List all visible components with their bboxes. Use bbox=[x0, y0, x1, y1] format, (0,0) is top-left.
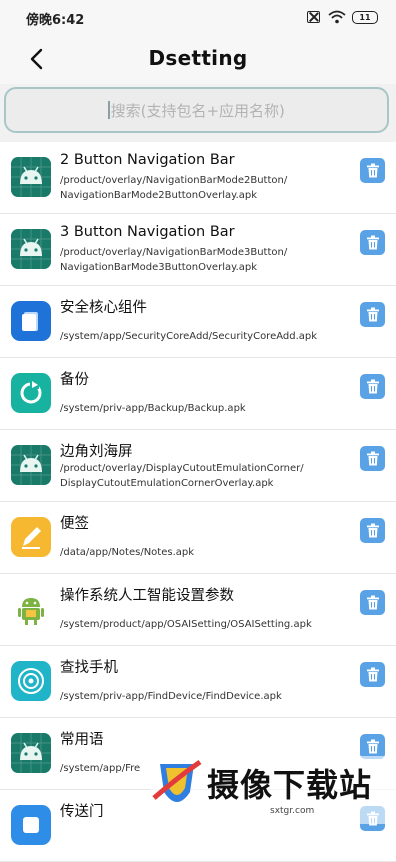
app-list-item[interactable]: 边角刘海屏/product/overlay/DisplayCutoutEmula… bbox=[0, 430, 396, 502]
app-package-path: /system/priv-app/FindDevice/FindDevice.a… bbox=[60, 691, 282, 702]
trash-icon bbox=[366, 451, 380, 466]
trash-icon bbox=[366, 595, 380, 610]
status-time: 傍晚6:42 bbox=[26, 13, 85, 28]
android-icon bbox=[11, 445, 51, 485]
trash-icon bbox=[366, 307, 380, 322]
delete-button[interactable] bbox=[360, 374, 385, 399]
watermark-text: 摄像下载站 bbox=[207, 766, 373, 804]
status-bar: 傍晚6:42 11 bbox=[0, 0, 396, 34]
notes-icon bbox=[11, 517, 51, 557]
delete-button[interactable] bbox=[360, 302, 385, 327]
app-package-path: /product/overlay/NavigationBarMode3Butto… bbox=[60, 247, 288, 273]
delete-button[interactable] bbox=[360, 446, 385, 471]
delete-button[interactable] bbox=[360, 518, 385, 543]
no-sim-icon bbox=[307, 11, 320, 23]
watermark-url: sxtgr.com bbox=[270, 806, 315, 816]
app-list-item[interactable]: 备份/system/priv-app/Backup/Backup.apk bbox=[0, 358, 396, 430]
delete-button[interactable] bbox=[360, 158, 385, 183]
app-name: 传送门 bbox=[60, 804, 104, 820]
android-robot-icon bbox=[11, 589, 51, 629]
page-title: Dsetting bbox=[148, 46, 248, 70]
android-icon bbox=[11, 229, 51, 269]
status-icons: 11 bbox=[307, 9, 378, 25]
trash-icon bbox=[366, 667, 380, 682]
battery-icon: 11 bbox=[352, 10, 378, 24]
watermark-logo bbox=[152, 759, 202, 802]
delete-button[interactable] bbox=[360, 230, 385, 255]
delete-button[interactable] bbox=[360, 662, 385, 687]
find-device-icon bbox=[11, 661, 51, 701]
app-package-path: /data/app/Notes/Notes.apk bbox=[60, 547, 195, 558]
app-list-item[interactable]: 3 Button Navigation Bar/product/overlay/… bbox=[0, 214, 396, 286]
security-core-icon bbox=[11, 301, 51, 341]
app-package-path: /system/product/app/OSAISetting/OSAISett… bbox=[60, 619, 312, 630]
app-name: 常用语 bbox=[60, 732, 104, 748]
app-name: 操作系统人工智能设置参数 bbox=[60, 588, 234, 604]
app-name: 备份 bbox=[60, 372, 89, 388]
delete-button[interactable] bbox=[360, 590, 385, 615]
trash-icon bbox=[366, 523, 380, 538]
app-name: 2 Button Navigation Bar bbox=[60, 152, 235, 168]
backup-icon bbox=[11, 373, 51, 413]
app-package-path: /system/app/SecurityCoreAdd/SecurityCore… bbox=[60, 331, 318, 342]
portal-icon bbox=[11, 805, 51, 845]
app-package-path: /system/priv-app/Backup/Backup.apk bbox=[60, 403, 246, 414]
app-name: 安全核心组件 bbox=[60, 300, 147, 316]
app-list-item[interactable]: 2 Button Navigation Bar/product/overlay/… bbox=[0, 142, 396, 214]
trash-icon bbox=[366, 163, 380, 178]
trash-icon bbox=[366, 379, 380, 394]
app-list-item[interactable]: 便签/data/app/Notes/Notes.apk bbox=[0, 502, 396, 574]
app-name: 查找手机 bbox=[60, 660, 118, 676]
app-list-item[interactable]: 查找手机/system/priv-app/FindDevice/FindDevi… bbox=[0, 646, 396, 718]
android-icon bbox=[11, 733, 51, 773]
app-name: 边角刘海屏 bbox=[60, 444, 133, 460]
watermark: 摄像下载站 sxtgr.com bbox=[150, 756, 396, 824]
app-bar: Dsetting bbox=[0, 34, 396, 84]
text-cursor bbox=[108, 101, 110, 119]
trash-icon bbox=[366, 739, 380, 754]
app-package-path: /product/overlay/DisplayCutoutEmulationC… bbox=[60, 463, 304, 489]
search-placeholder: 搜索(支持包名+应用名称) bbox=[110, 101, 285, 120]
android-icon bbox=[11, 157, 51, 197]
app-package-path: /product/overlay/NavigationBarMode2Butto… bbox=[60, 175, 288, 201]
app-name: 3 Button Navigation Bar bbox=[60, 224, 235, 240]
wifi-icon bbox=[328, 10, 346, 24]
app-list-item[interactable]: 安全核心组件/system/app/SecurityCoreAdd/Securi… bbox=[0, 286, 396, 358]
app-list: 2 Button Navigation Bar/product/overlay/… bbox=[0, 142, 396, 862]
trash-icon bbox=[366, 235, 380, 250]
app-list-item[interactable]: 操作系统人工智能设置参数/system/product/app/OSAISett… bbox=[0, 574, 396, 646]
search-input[interactable]: 搜索(支持包名+应用名称) bbox=[4, 87, 389, 133]
app-name: 便签 bbox=[60, 516, 89, 532]
